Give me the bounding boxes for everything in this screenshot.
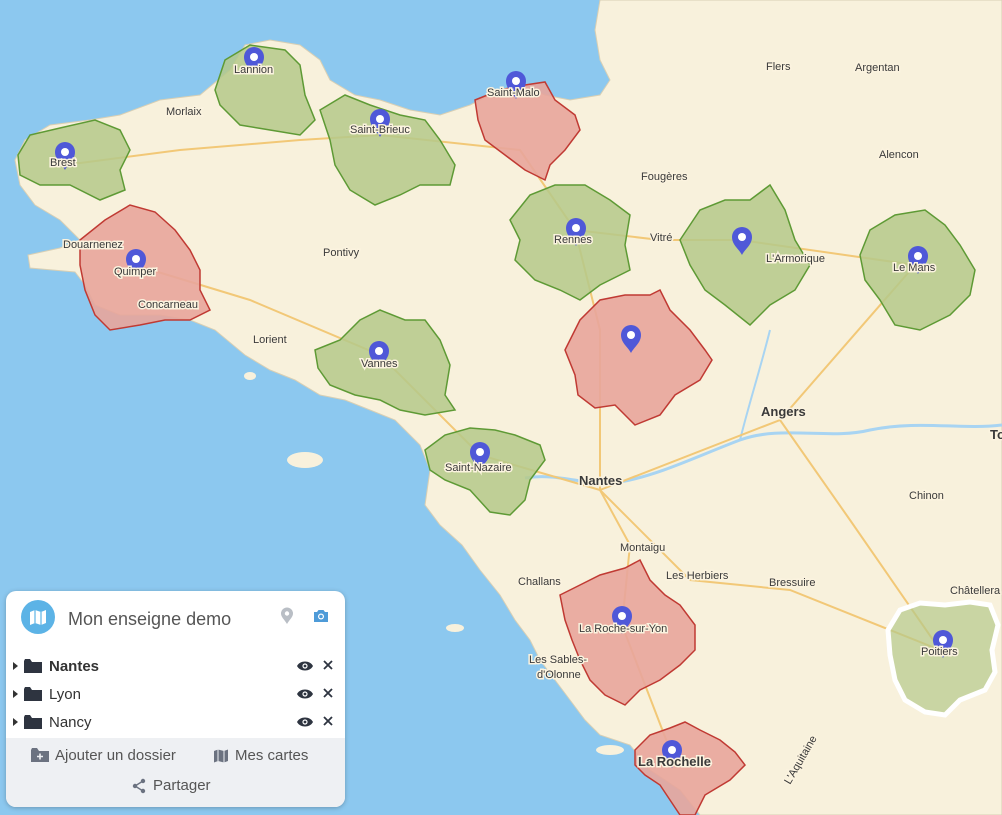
city-label: Morlaix bbox=[166, 106, 202, 118]
city-label: Lannion bbox=[234, 64, 273, 76]
eye-icon[interactable] bbox=[297, 715, 313, 733]
island bbox=[244, 372, 256, 380]
island bbox=[446, 624, 464, 632]
city-label: Les Sables- bbox=[529, 654, 587, 666]
project-title: Mon enseigne demo bbox=[68, 609, 232, 629]
camera-icon[interactable] bbox=[312, 607, 330, 625]
add-folder-button[interactable]: Ajouter un dossier bbox=[31, 747, 176, 764]
city-label: Les Herbiers bbox=[666, 570, 729, 582]
map-app-icon bbox=[21, 600, 55, 634]
close-icon[interactable] bbox=[321, 686, 335, 705]
city-label: Nantes bbox=[579, 473, 622, 488]
panel-footer: Ajouter un dossier Mes cartes Partager bbox=[6, 738, 345, 807]
add-folder-icon bbox=[31, 748, 49, 762]
city-label: Lorient bbox=[253, 334, 287, 346]
city-label: Saint-Brieuc bbox=[350, 124, 410, 136]
city-label: Fougères bbox=[641, 171, 688, 183]
folder-row-lyon[interactable]: Lyon bbox=[6, 681, 345, 709]
share-label: Partager bbox=[153, 777, 211, 794]
folder-label[interactable]: Nancy bbox=[49, 714, 92, 731]
city-label: Saint-Nazaire bbox=[445, 462, 512, 474]
share-button[interactable]: Partager bbox=[131, 777, 211, 794]
city-label: La Roche-sur-Yon bbox=[579, 623, 667, 635]
city-label: Alencon bbox=[879, 149, 919, 161]
city-label: Argentan bbox=[855, 62, 900, 74]
city-label: To bbox=[990, 427, 1002, 442]
city-label: Vitré bbox=[650, 232, 672, 244]
city-label: Le Mans bbox=[893, 262, 936, 274]
city-label: Rennes bbox=[554, 234, 592, 246]
city-label: Douarnenez bbox=[63, 239, 123, 251]
city-label: Pontivy bbox=[323, 247, 360, 259]
city-label: La Rochelle bbox=[638, 754, 711, 769]
city-label: Saint-Malo bbox=[487, 87, 540, 99]
folder-icon bbox=[24, 687, 42, 707]
layers-panel: Mon enseigne demo Nantes Lyon Nancy Ajou… bbox=[6, 591, 345, 807]
city-label: Quimper bbox=[114, 266, 157, 278]
island bbox=[596, 745, 624, 755]
city-label: Angers bbox=[761, 404, 806, 419]
add-folder-label: Ajouter un dossier bbox=[55, 747, 176, 764]
folder-row-nantes[interactable]: Nantes bbox=[6, 653, 345, 681]
close-icon[interactable] bbox=[321, 714, 335, 733]
folder-label[interactable]: Nantes bbox=[49, 658, 99, 675]
city-label: L'Armorique bbox=[766, 253, 825, 265]
expand-caret-icon[interactable] bbox=[13, 718, 18, 726]
folder-row-nancy[interactable]: Nancy bbox=[6, 709, 345, 737]
my-maps-label: Mes cartes bbox=[235, 747, 309, 764]
city-label: Châtellera bbox=[950, 585, 1001, 597]
city-label: Brest bbox=[50, 157, 76, 169]
city-label: Chinon bbox=[909, 490, 944, 502]
city-label: Flers bbox=[766, 61, 791, 73]
map-icon bbox=[214, 749, 228, 762]
expand-caret-icon[interactable] bbox=[13, 662, 18, 670]
expand-caret-icon[interactable] bbox=[13, 690, 18, 698]
island bbox=[287, 452, 323, 468]
city-label: Challans bbox=[518, 576, 561, 588]
city-label: Bressuire bbox=[769, 577, 815, 589]
eye-icon[interactable] bbox=[297, 659, 313, 677]
city-label: Montaigu bbox=[620, 542, 665, 554]
my-maps-button[interactable]: Mes cartes bbox=[213, 747, 308, 764]
panel-header: Mon enseigne demo bbox=[6, 591, 345, 647]
close-icon[interactable] bbox=[321, 658, 335, 677]
city-label: Vannes bbox=[361, 358, 398, 370]
folder-icon bbox=[24, 659, 42, 679]
city-label: Concarneau bbox=[138, 299, 198, 311]
eye-icon[interactable] bbox=[297, 687, 313, 705]
location-pin-icon[interactable] bbox=[278, 607, 296, 625]
folder-label[interactable]: Lyon bbox=[49, 686, 81, 703]
folder-icon bbox=[24, 715, 42, 735]
city-label: d'Olonne bbox=[537, 669, 581, 681]
city-label: Poitiers bbox=[921, 646, 958, 658]
share-icon bbox=[132, 778, 146, 793]
